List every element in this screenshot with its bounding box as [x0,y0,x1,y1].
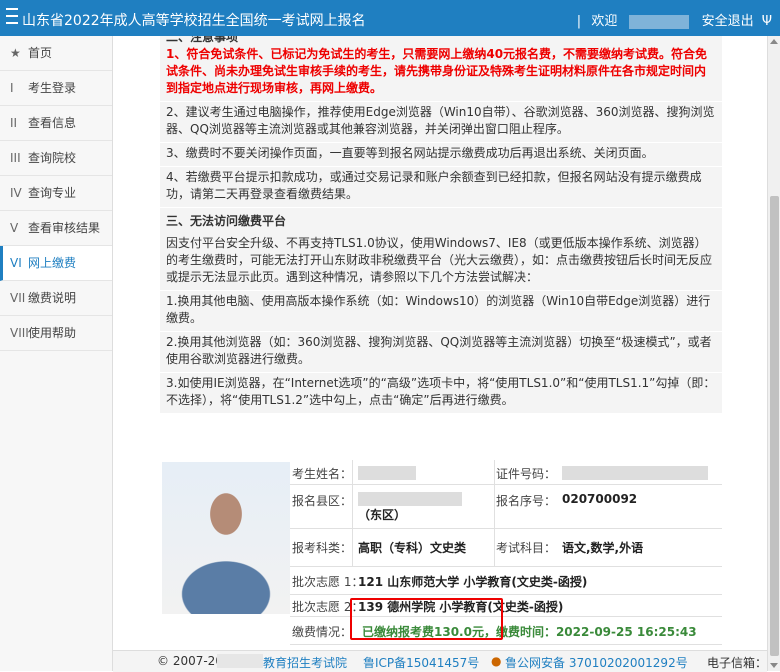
regno-value: 020700092 [562,492,638,506]
county-value-tail: （东区） [358,508,407,522]
id-value-redacted [562,465,708,480]
sidebar-item-number: VI [10,256,22,270]
notice-paragraph: 3、缴费时不要关闭操作页面，一直要等到报名网站提示缴费成功后再退出系统、关闭页面… [160,143,722,167]
sidebar-item-label: 查看信息 [28,116,77,130]
column-divider [352,460,353,566]
sidebar-item-label: 查询专业 [28,186,77,200]
info-row: 报名县区： （东区） 报名序号： 020700092 [290,484,722,529]
menu-icon[interactable] [6,8,18,24]
sidebar: ★ 首页 I 考生登录 II 查看信息 III 查询院校 IV 查询专业 V 查看审核结果 … [0,36,113,671]
scroll-down-arrow-icon[interactable] [770,663,778,668]
info-row: 考生姓名： 证件号码： [290,460,722,485]
name-label: 考生姓名： [292,467,353,481]
regno-label: 报名序号： [496,494,557,508]
notice-paragraph: 因支付平台安全升级、不再支持TLS1.0协议，使用Windows7、IE8（或更… [160,233,722,291]
scrollbar-thumb[interactable] [770,196,779,656]
county-value: （东区） [358,490,488,524]
sidebar-item-home[interactable]: ★ 首页 [0,36,112,71]
welcome-text: 欢迎 [591,14,618,29]
candidate-info-table: 考生姓名： 证件号码： 报名县区： （东区） 报名序号： 020700092 报… [160,460,722,646]
sidebar-item-number: IV [10,186,22,200]
sidebar-item-review-result[interactable]: V 查看审核结果 [0,211,112,246]
sidebar-item-label: 使用帮助 [28,326,77,340]
footer-copyright: © 2007-20 [157,654,223,668]
header-user-area: | 欢迎 安全退出 Ψ [577,10,772,29]
logout-icon[interactable]: Ψ [762,14,772,29]
footer-icp-link[interactable]: 鲁ICP备15041457号 [363,654,479,671]
payment-notice: 二、注意事项 1、符合免试条件、已标记为免试生的考生，只需要网上缴纳40元报名费… [160,36,722,414]
sidebar-item-number: VII [10,291,26,305]
sidebar-item-label: 首页 [28,46,53,60]
sidebar-item-number: I [10,81,14,95]
candidate-photo [162,462,290,614]
sidebar-item-payment-guide[interactable]: VII 缴费说明 [0,281,112,316]
sidebar-item-online-payment[interactable]: VI 网上缴费 [0,246,112,281]
scroll-up-arrow-icon[interactable] [770,39,778,44]
top-header: 山东省2022年成人高等学校招生全国统一考试网上报名 | 欢迎 安全退出 Ψ [0,0,780,36]
notice-paragraph: 1.换用其他电脑、使用高版本操作系统（如：Windows10）的浏览器（Win1… [160,291,722,332]
sidebar-item-view-info[interactable]: II 查看信息 [0,106,112,141]
notice-paragraph: 2、建议考生通过电脑操作，推荐使用Edge浏览器（Win10自带）、谷歌浏览器、… [160,102,722,143]
sidebar-item-label: 查询院校 [28,151,77,165]
notice-section-heading: 三、无法访问缴费平台 [166,214,287,228]
exam-subjects-label: 考试科目： [496,541,557,555]
sidebar-item-number: V [10,221,19,235]
footer-email-label: 电子信箱： [707,656,768,670]
subject-category-value: 高职（专科）文史类 [358,541,467,555]
sidebar-item-label: 查看审核结果 [28,221,101,235]
county-label: 报名县区： [292,494,353,508]
name-value-redacted [358,465,416,480]
sidebar-item-label: 网上缴费 [28,256,77,270]
column-divider [494,460,495,566]
sidebar-item-label: 考生登录 [28,81,77,95]
notice-paragraph: 1、符合免试条件、已标记为免试生的考生，只需要网上缴纳40元报名费，不需要缴纳考… [160,44,722,102]
sidebar-item-number: VIII [10,326,29,340]
sidebar-item-help[interactable]: VIII使用帮助 [0,316,112,351]
sidebar-item-number: III [10,151,21,165]
footer-redacted [217,654,263,668]
notice-paragraph: 3.如使用IE浏览器，在“Internet选项”的“高级”选项卡中，将“使用TL… [160,373,722,414]
exam-subjects-value: 语文,数学,外语 [562,541,644,555]
payment-label: 缴费情况： [292,625,353,639]
sidebar-item-query-majors[interactable]: IV 查询专业 [0,176,112,211]
notice-heading-partial: 二、注意事项 [166,36,239,44]
sidebar-item-query-schools[interactable]: III 查询院校 [0,141,112,176]
subject-category-label: 报考科类： [292,541,353,555]
sidebar-item-login[interactable]: I 考生登录 [0,71,112,106]
info-row: 报考科类： 高职（专科）文史类 考试科目： 语文,数学,外语 [290,528,722,567]
notice-paragraph: 2.换用其他浏览器（如：360浏览器、搜狗浏览器、QQ浏览器等主流浏览器）切换至… [160,332,722,373]
main-content: 二、注意事项 1、符合免试条件、已标记为免试生的考生，只需要网上缴纳40元报名费… [113,36,767,671]
footer-police-link[interactable]: 鲁公网安备 37010202001292号 [505,654,688,671]
police-badge-icon: ● [491,654,502,668]
sidebar-item-number: II [10,116,18,130]
footer: © 2007-20 教育招生考试院 鲁ICP备15041457号 ● 鲁公网安备… [113,650,767,672]
star-icon: ★ [10,46,21,60]
username-redacted [629,14,690,29]
id-label: 证件号码： [496,467,557,481]
payment-highlight-box [350,598,503,640]
vertical-scrollbar[interactable] [767,36,780,671]
sidebar-item-label: 缴费说明 [28,291,77,305]
logout-link[interactable]: 安全退出 [702,14,754,29]
choice1-label: 批次志愿 1： [292,575,364,589]
header-separator: | [576,14,582,29]
page-title: 山东省2022年成人高等学校招生全国统一考试网上报名 [22,13,366,29]
notice-paragraph: 4、若缴费平台提示扣款成功，或通过交易记录和账户余额查到已经扣款，但报名网站没有… [160,167,722,208]
choice1-value: 121 山东师范大学 小学教育(文史类-函授) [358,575,588,589]
info-row: 批次志愿 1： 121 山东师范大学 小学教育(文史类-函授) [290,566,722,595]
footer-site-link[interactable]: 教育招生考试院 [263,654,347,671]
